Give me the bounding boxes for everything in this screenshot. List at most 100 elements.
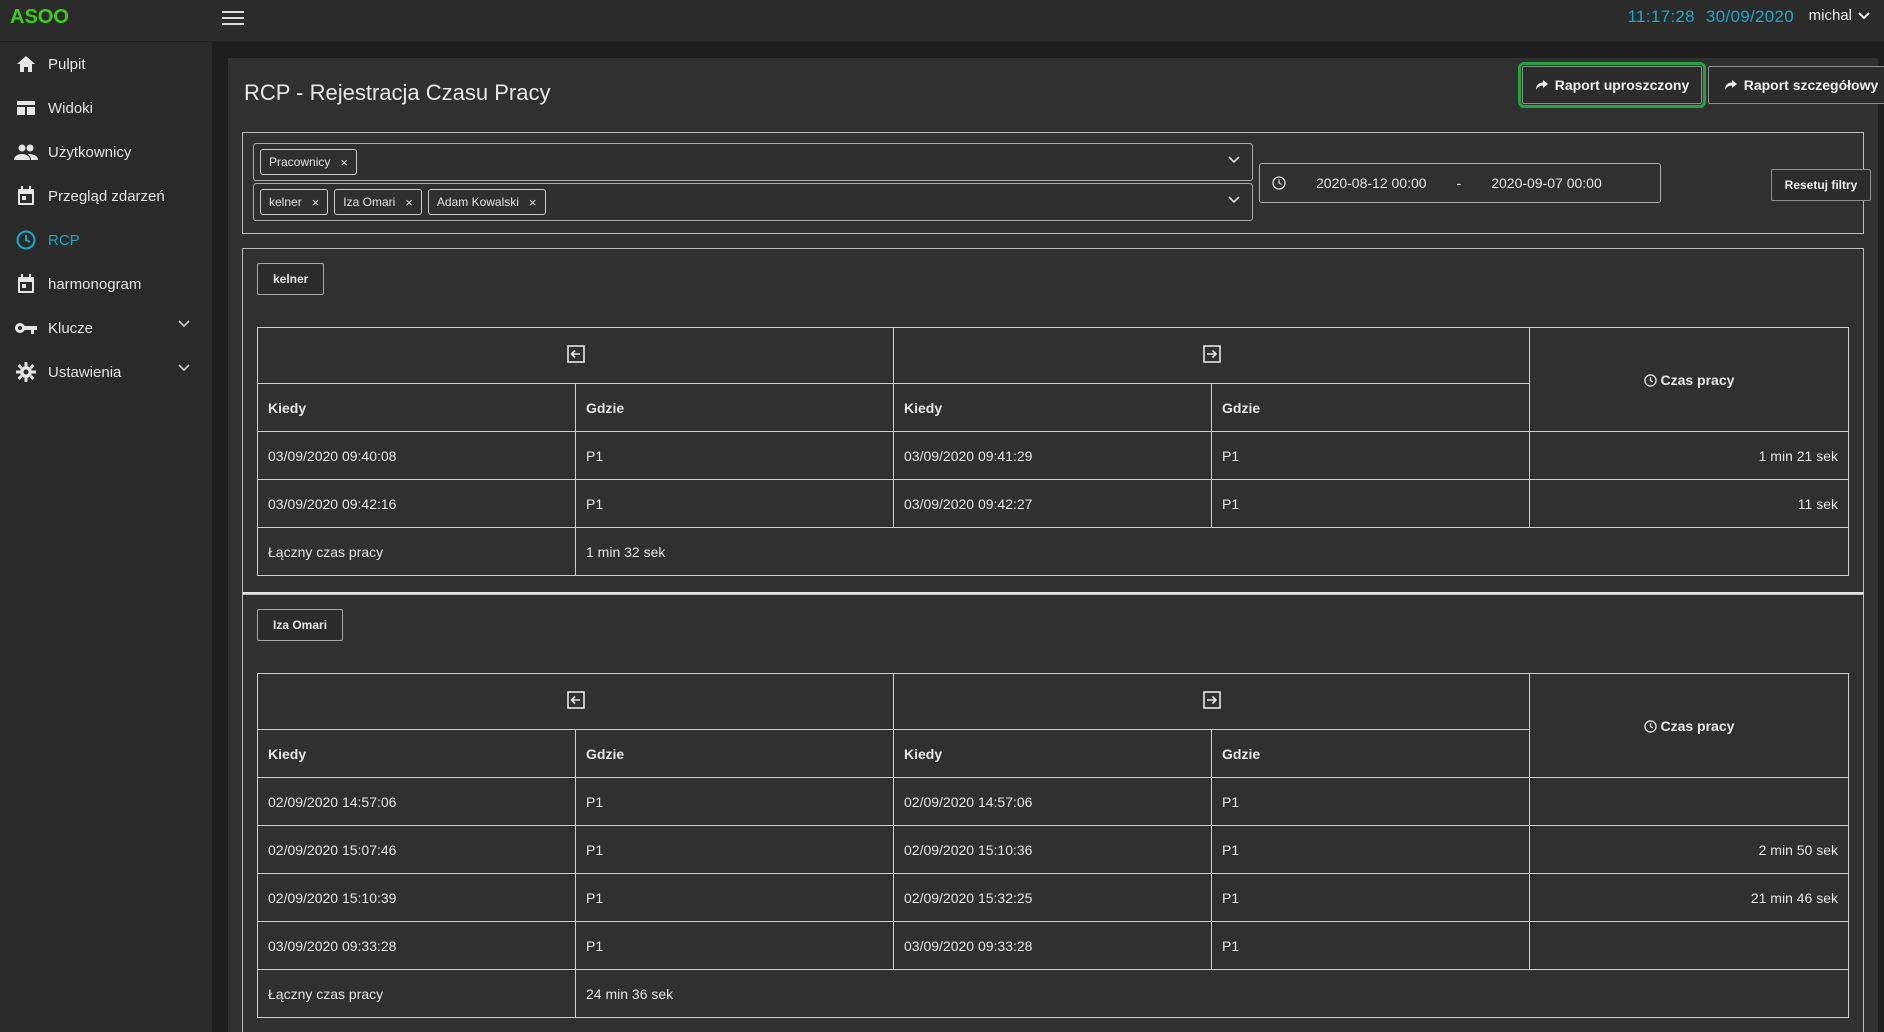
exit-header bbox=[893, 327, 1530, 384]
table-row: 03/09/2020 09:42:16 P1 03/09/2020 09:42:… bbox=[257, 479, 1849, 528]
total-label: Łączny czas pracy bbox=[257, 969, 576, 1018]
cell-in-where: P1 bbox=[575, 873, 894, 922]
grid-icon bbox=[14, 96, 38, 120]
sidebar-item-przeglad-zdarzen[interactable]: Przegląd zdarzeń bbox=[0, 174, 212, 218]
chevron-down-icon bbox=[1858, 11, 1870, 19]
clock: 11:17:28 30/09/2020 bbox=[1622, 7, 1794, 27]
simple-report-button[interactable]: Raport uproszczony bbox=[1518, 62, 1706, 108]
chip-label: kelner bbox=[269, 195, 302, 209]
cell-time bbox=[1529, 777, 1849, 826]
employee-section: kelner Czas pracy Kiedy Gdzie Kiedy Gdzi… bbox=[242, 248, 1864, 594]
remove-chip-icon[interactable]: × bbox=[405, 195, 413, 210]
person-chip[interactable]: Adam Kowalski × bbox=[427, 189, 546, 215]
cell-out-when: 03/09/2020 09:41:29 bbox=[893, 431, 1212, 480]
main-area: RCP - Rejestracja Czasu Pracy Raport upr… bbox=[212, 42, 1884, 1032]
exit-header bbox=[893, 673, 1530, 730]
user-menu[interactable]: michal bbox=[1809, 7, 1870, 24]
sidebar-item-label: Pulpit bbox=[48, 55, 86, 73]
employee-name-button[interactable]: kelner bbox=[257, 263, 325, 295]
employee-name-button[interactable]: Iza Omari bbox=[257, 609, 344, 641]
remove-chip-icon[interactable]: × bbox=[312, 195, 320, 210]
content-panel: RCP - Rejestracja Czasu Pracy Raport upr… bbox=[228, 58, 1884, 1032]
entry-header bbox=[257, 673, 894, 730]
col-when-in: Kiedy bbox=[257, 383, 576, 432]
home-icon bbox=[14, 52, 38, 76]
total-label: Łączny czas pracy bbox=[257, 527, 576, 576]
cell-in-when: 02/09/2020 14:57:06 bbox=[257, 777, 576, 826]
cell-time bbox=[1529, 921, 1849, 970]
cell-out-where: P1 bbox=[1211, 431, 1530, 480]
top-bar: ASOO 11:17:28 30/09/2020 michal bbox=[0, 0, 1884, 42]
cell-time: 11 sek bbox=[1529, 479, 1849, 528]
calendar-icon bbox=[14, 184, 38, 208]
page-title: RCP - Rejestracja Czasu Pracy bbox=[244, 80, 551, 105]
cell-in-where: P1 bbox=[575, 777, 894, 826]
chip-label: Iza Omari bbox=[343, 195, 396, 209]
remove-chip-icon[interactable]: × bbox=[529, 195, 537, 210]
col-where-out: Gdzie bbox=[1211, 383, 1530, 432]
total-row: Łączny czas pracy 1 min 32 sek bbox=[257, 527, 1849, 576]
cell-time: 2 min 50 sek bbox=[1529, 825, 1849, 874]
cell-in-where: P1 bbox=[575, 825, 894, 874]
cell-out-when: 03/09/2020 09:42:27 bbox=[893, 479, 1212, 528]
col-where-out: Gdzie bbox=[1211, 729, 1530, 778]
table-row: 03/09/2020 09:33:28 P1 03/09/2020 09:33:… bbox=[257, 921, 1849, 970]
filter-panel: Pracownicy × kelner × Iza Omari × Adam K… bbox=[242, 132, 1871, 234]
col-when-out: Kiedy bbox=[893, 383, 1212, 432]
share-icon bbox=[1724, 80, 1737, 90]
cell-out-where: P1 bbox=[1211, 825, 1530, 874]
simple-report-label: Raport uproszczony bbox=[1554, 77, 1690, 93]
remove-chip-icon[interactable]: × bbox=[340, 155, 348, 170]
cell-in-where: P1 bbox=[575, 921, 894, 970]
chevron-down-icon[interactable] bbox=[1228, 156, 1240, 164]
chevron-down-icon[interactable] bbox=[1228, 196, 1240, 204]
work-time-label: Czas pracy bbox=[1660, 371, 1735, 388]
table-row: 02/09/2020 15:07:46 P1 02/09/2020 15:10:… bbox=[257, 825, 1849, 874]
cell-out-where: P1 bbox=[1211, 777, 1530, 826]
group-select[interactable]: Pracownicy × bbox=[253, 143, 1253, 181]
person-chip[interactable]: Iza Omari × bbox=[334, 189, 422, 215]
group-chip[interactable]: Pracownicy × bbox=[260, 149, 357, 175]
work-time-label: Czas pracy bbox=[1660, 717, 1735, 734]
reset-filters-button[interactable]: Resetuj filtry bbox=[1771, 169, 1871, 201]
clock-icon bbox=[14, 228, 38, 252]
people-select[interactable]: kelner × Iza Omari × Adam Kowalski × bbox=[253, 183, 1253, 221]
login-icon bbox=[566, 691, 585, 709]
share-icon bbox=[1535, 80, 1548, 90]
sidebar-item-label: Ustawienia bbox=[48, 363, 122, 381]
sidebar-item-label: Użytkownicy bbox=[48, 143, 132, 161]
sidebar-item-ustawienia[interactable]: Ustawienia bbox=[0, 350, 212, 394]
cell-in-where: P1 bbox=[575, 479, 894, 528]
cell-time: 1 min 21 sek bbox=[1529, 431, 1849, 480]
col-where-in: Gdzie bbox=[575, 383, 894, 432]
reset-filters-label: Resetuj filtry bbox=[1784, 178, 1858, 192]
sidebar-item-label: harmonogram bbox=[48, 275, 142, 293]
person-chip[interactable]: kelner × bbox=[260, 189, 329, 215]
app-logo[interactable]: ASOO bbox=[10, 6, 69, 29]
menu-toggle-icon[interactable] bbox=[222, 7, 244, 29]
cell-time: 21 min 46 sek bbox=[1529, 873, 1849, 922]
work-time-header: Czas pracy bbox=[1529, 327, 1849, 432]
total-value: 1 min 32 sek bbox=[575, 527, 1849, 576]
detailed-report-button[interactable]: Raport szczegółowy bbox=[1708, 66, 1884, 104]
cell-in-when: 03/09/2020 09:42:16 bbox=[257, 479, 576, 528]
detailed-report-label: Raport szczegółowy bbox=[1743, 77, 1879, 93]
sidebar-item-pulpit[interactable]: Pulpit bbox=[0, 42, 212, 86]
total-value: 24 min 36 sek bbox=[575, 969, 1849, 1018]
date-range-picker[interactable]: 2020-08-12 00:00 - 2020-09-07 00:00 bbox=[1259, 163, 1661, 203]
chevron-down-icon bbox=[178, 320, 190, 328]
cell-in-where: P1 bbox=[575, 431, 894, 480]
col-when-out: Kiedy bbox=[893, 729, 1212, 778]
sidebar-item-label: RCP bbox=[48, 231, 80, 249]
cell-in-when: 03/09/2020 09:40:08 bbox=[257, 431, 576, 480]
login-icon bbox=[566, 345, 585, 363]
table-row: 03/09/2020 09:40:08 P1 03/09/2020 09:41:… bbox=[257, 431, 1849, 480]
col-where-in: Gdzie bbox=[575, 729, 894, 778]
sidebar-item-rcp[interactable]: RCP bbox=[0, 218, 212, 262]
sidebar-item-widoki[interactable]: Widoki bbox=[0, 86, 212, 130]
cell-in-when: 02/09/2020 15:07:46 bbox=[257, 825, 576, 874]
cell-out-when: 02/09/2020 14:57:06 bbox=[893, 777, 1212, 826]
sidebar-item-klucze[interactable]: Klucze bbox=[0, 306, 212, 350]
sidebar-item-uzytkownicy[interactable]: Użytkownicy bbox=[0, 130, 212, 174]
sidebar-item-harmonogram[interactable]: harmonogram bbox=[0, 262, 212, 306]
